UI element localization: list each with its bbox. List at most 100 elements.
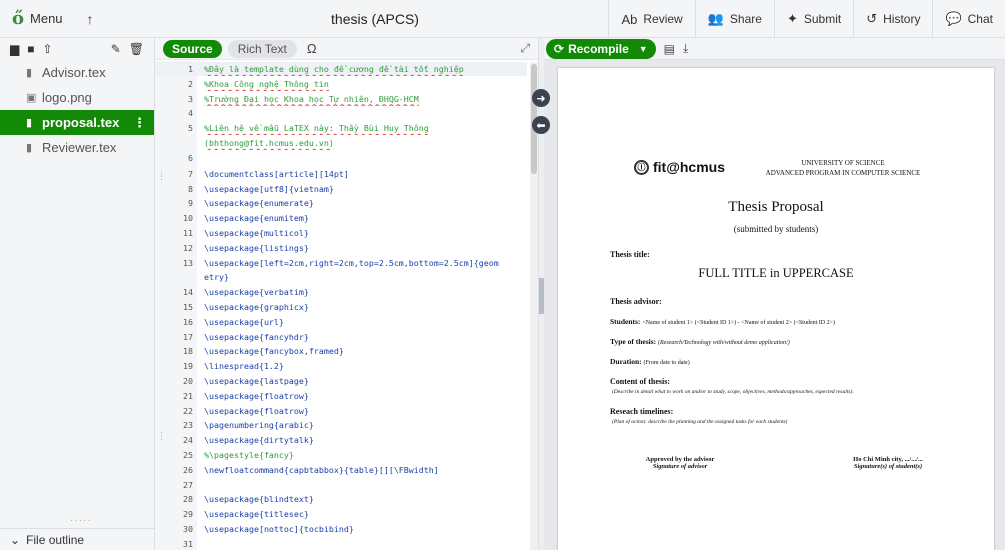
code-line[interactable]: 14 \usepackage{verbatim} (155, 285, 527, 299)
code-line[interactable]: 31 (155, 537, 527, 550)
pdf-logo-text: fit@hcmus (653, 159, 725, 175)
delete-icon[interactable]: 🗑 (129, 42, 144, 56)
code-text: \usepackage{floatrow} (204, 390, 309, 401)
pdf-subheading: (submitted by students) (733, 224, 819, 234)
code-text: \usepackage{verbatim} (204, 287, 309, 298)
code-text: \usepackage{url} (204, 316, 284, 327)
code-line[interactable]: 18 \usepackage{fancybox,framed} (155, 344, 527, 358)
code-text: %\pagestyle{fancy} (204, 450, 294, 460)
code-text: \usepackage[left=2cm,right=2cm,top=2.5cm… (204, 257, 499, 268)
line-number: 29 (183, 509, 193, 520)
pdf-university-name: UNIVERSITY OF SCIENCE (801, 159, 885, 167)
file-name: proposal.tex (42, 115, 120, 130)
line-number: 20 (183, 376, 193, 386)
code-line[interactable]: 7 \documentclass[article][14pt] (155, 167, 527, 181)
code-line[interactable]: 2 %Khoa Công nghệ Thông tin (155, 77, 527, 91)
code-text: \newfloatcommand{capbtabbox}{table}[][\F… (204, 464, 439, 475)
file-list: ▮ Advisor.tex ▣ logo.png ▮ proposal.tex ⋮ ▮ Revi… (0, 60, 154, 160)
code-text: \usepackage{blindtext} (204, 494, 314, 505)
chat-button[interactable]: 💬 Chat (932, 0, 1005, 38)
code-line[interactable]: 23 \pagenumbering{arabic} (155, 418, 527, 432)
pdf-content-value: (Describe in detail what to work on and/… (612, 389, 854, 395)
file-item[interactable]: ▣ logo.png (0, 85, 154, 110)
code-line[interactable]: 4 (155, 106, 527, 120)
code-line[interactable]: 16 \usepackage{url} (155, 315, 527, 329)
line-number: 30 (183, 524, 193, 534)
download-pdf-icon[interactable]: ⤓ (683, 41, 688, 56)
code-line[interactable]: etry} (155, 270, 527, 284)
file-outline-toggle[interactable]: ⌄ File outline (0, 528, 154, 550)
code-line[interactable]: 26 \newfloatcommand{capbtabbox}{table}[][… (155, 463, 527, 477)
code-line[interactable]: 13 \usepackage[left=2cm,right=2cm,top=2.5… (155, 256, 527, 270)
recompile-dropdown-icon[interactable]: ▼ (639, 44, 648, 54)
code-line[interactable]: 10 \usepackage{enumitem} (155, 211, 527, 225)
file-item[interactable]: ▮ Advisor.tex (0, 60, 154, 85)
pdf-signature-students: Signature(s) of student(s) (853, 463, 923, 470)
rename-icon[interactable]: ✎ (111, 42, 121, 56)
code-line[interactable]: 25 %\pagestyle{fancy} (155, 448, 527, 462)
pdf-signature-advisor: Signature of advisor (652, 463, 708, 470)
file-item[interactable]: ▮ Reviewer.tex (0, 135, 154, 160)
code-line[interactable]: 17 \usepackage{fancyhdr} (155, 330, 527, 344)
sync-to-pdf-icon[interactable]: ➜ (532, 89, 550, 107)
code-line[interactable]: 12 \usepackage{listings} (155, 241, 527, 255)
code-line[interactable]: 6 (155, 151, 527, 165)
file-outline-label: File outline (26, 532, 85, 547)
code-line[interactable]: 19 \linespread{1.2} (155, 359, 527, 373)
code-line[interactable]: 30 \usepackage[nottoc]{tocbibind} (155, 522, 527, 536)
pdf-city-date: Ho Chi Minh city, .../.../... (853, 456, 923, 463)
pdf-approved-by: Approved by the advisor (645, 456, 715, 463)
line-number: 28 (183, 494, 193, 505)
expand-icon[interactable]: ⤢ (520, 41, 530, 56)
new-file-icon[interactable]: ▆ (10, 42, 19, 56)
sync-to-code-icon[interactable]: ⬅ (532, 116, 550, 134)
code-line[interactable]: (bhthong@fit.hcmus.edu.vn) (155, 136, 527, 150)
pdf-type-label: Type of thesis: (610, 337, 657, 346)
pdf-advisor-label: Thesis advisor: (610, 297, 662, 306)
code-text: \usepackage{floatrow} (204, 405, 309, 416)
review-label: Review (643, 12, 683, 26)
view-logs-icon[interactable]: ▤ (664, 42, 675, 56)
line-number: 15 (183, 302, 193, 312)
submit-button[interactable]: ✦ Submit (773, 0, 853, 38)
code-editor[interactable]: 1 %Đây là template dùng cho đề cương đề t… (155, 61, 527, 550)
history-button[interactable]: ↺ History (853, 0, 932, 38)
code-line[interactable]: 20 \usepackage{lastpage} (155, 374, 527, 388)
pdf-content-label: Content of thesis: (610, 377, 670, 386)
menu-button[interactable]: ő Menu (0, 0, 75, 38)
code-line[interactable]: 1 %Đây là template dùng cho đề cương đề t… (155, 62, 527, 76)
review-button[interactable]: Ab Review (608, 0, 694, 38)
recompile-button[interactable]: ⟳ Recompile ▼ (546, 38, 656, 59)
code-line[interactable]: 21 \usepackage{floatrow} (155, 389, 527, 403)
code-line[interactable]: 27 (155, 478, 527, 492)
new-folder-icon[interactable]: ■ (27, 42, 34, 56)
share-button[interactable]: 👥 Share (694, 0, 774, 38)
submit-label: Submit (803, 12, 842, 26)
pdf-page[interactable]: Ⓘ fit@hcmus UNIVERSITY OF SCIENCE ADVANC… (558, 68, 994, 550)
code-line[interactable]: 8 \usepackage[utf8]{vietnam} (155, 182, 527, 196)
filetree-grip[interactable]: ⋮ (157, 172, 166, 181)
file-menu-icon[interactable]: ⋮ (133, 115, 146, 131)
code-line[interactable]: 9 \usepackage{enumerate} (155, 196, 527, 210)
source-tab[interactable]: Source (163, 39, 222, 58)
code-line[interactable]: 29 \usepackage{titlesec} (155, 507, 527, 521)
code-line[interactable]: 24 \usepackage{dirtytalk} (155, 433, 527, 447)
upload-icon[interactable]: ⇧ (42, 42, 52, 56)
code-text: \linespread{1.2} (204, 361, 284, 372)
symbol-palette-icon[interactable]: Ω (307, 41, 317, 56)
outline-resize-grip[interactable]: ····· (70, 515, 92, 526)
rich-text-tab[interactable]: Rich Text (227, 39, 297, 58)
file-item[interactable]: ▮ proposal.tex ⋮ (0, 110, 154, 135)
back-to-projects-icon[interactable]: ↑ (75, 11, 106, 27)
code-line[interactable]: 5 %Liên hệ về mẫu LaTEX này: Thầy Bùi Huy… (155, 121, 527, 135)
code-line[interactable]: 15 \usepackage{graphicx} (155, 300, 527, 314)
code-line[interactable]: 22 \usepackage{floatrow} (155, 404, 527, 418)
code-line[interactable]: 11 \usepackage{multicol} (155, 226, 527, 240)
code-line[interactable]: 28 \usepackage{blindtext} (155, 492, 527, 506)
pdf-type-line: Type of thesis: (Research/Technology wit… (610, 337, 790, 346)
pdf-timelines-value: (Plan of action: describe the planning a… (612, 419, 788, 425)
code-line[interactable]: 3 %Trường Đại học Khoa học Tự nhiên, ĐHQG… (155, 92, 527, 106)
line-number: 9 (188, 198, 193, 209)
filetree-grip[interactable]: ⋮ (157, 432, 166, 441)
pdf-thesis-title-label: Thesis title: (610, 250, 650, 259)
